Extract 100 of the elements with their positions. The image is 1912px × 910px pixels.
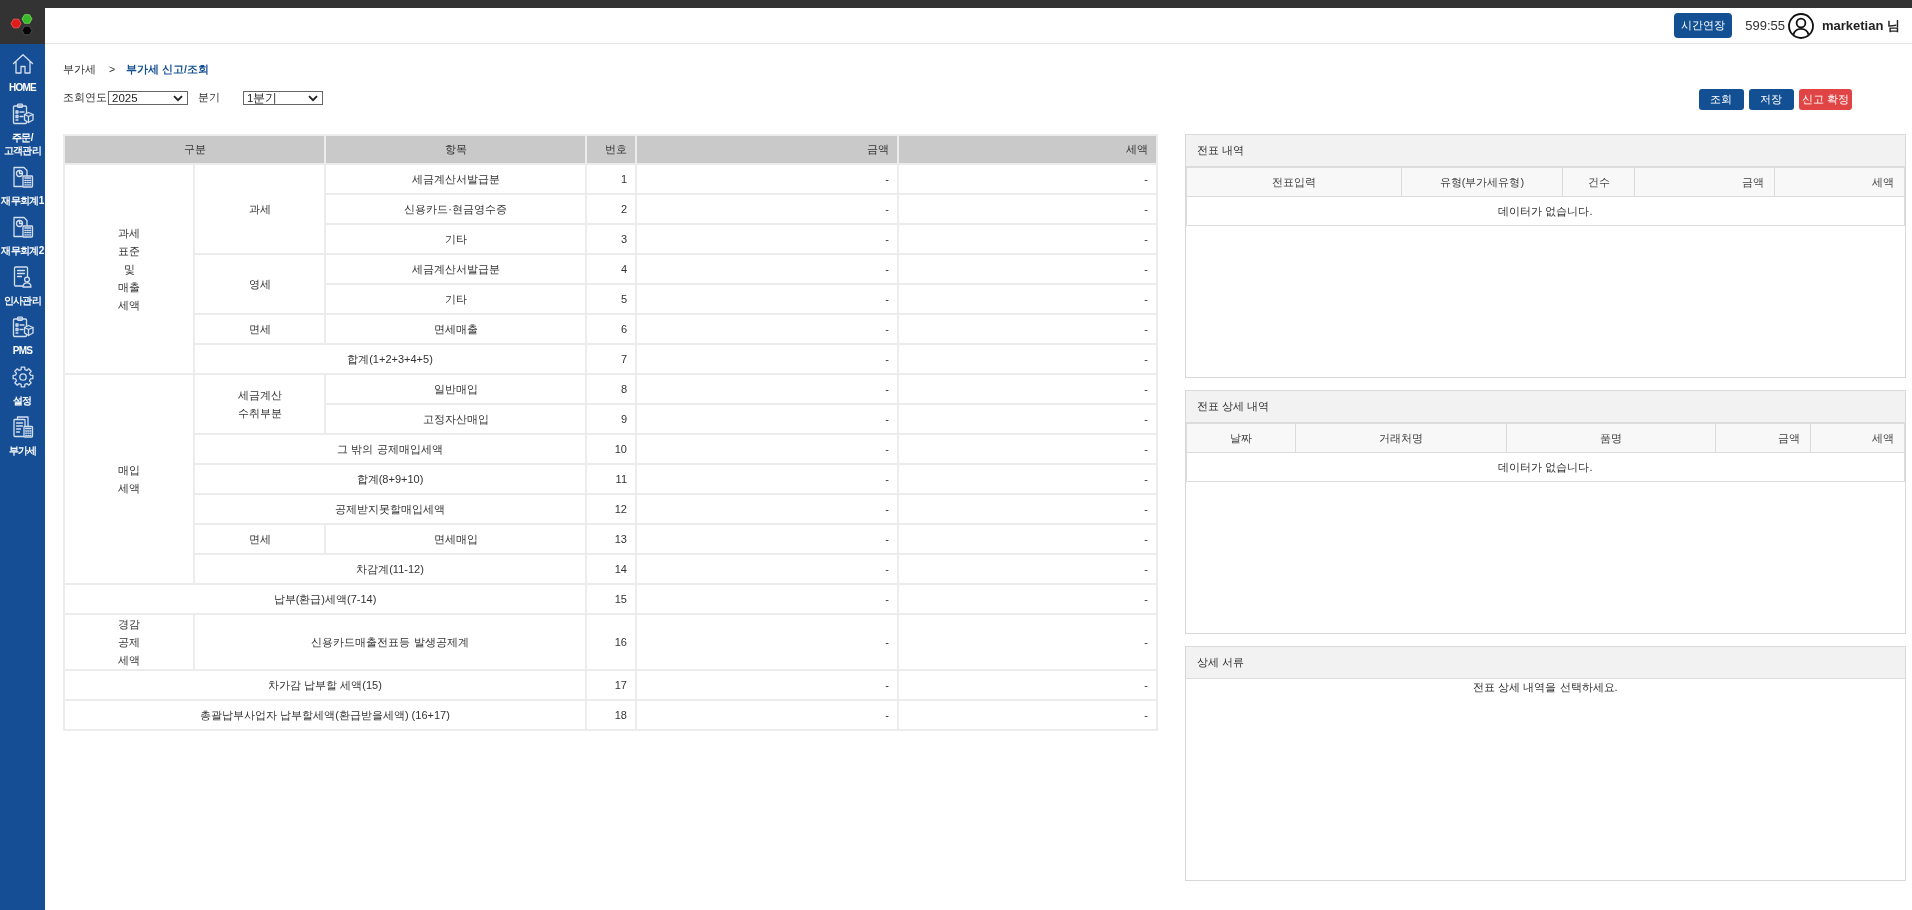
year-select[interactable]: 2025 [108, 91, 188, 105]
search-button[interactable]: 조회 [1698, 89, 1744, 110]
table-cell: - [898, 254, 1157, 284]
table-cell: - [898, 194, 1157, 224]
panel-title: 전표 내역 [1197, 143, 1244, 158]
sidebar-item[interactable]: 재무회계2 [0, 215, 45, 257]
table-cell: - [636, 464, 898, 494]
table-cell: - [898, 700, 1157, 730]
chevron-down-icon [308, 94, 318, 102]
table-cell: - [636, 344, 898, 374]
table-cell: - [636, 670, 898, 700]
table-cell: 경감 공제 세액 [64, 614, 194, 670]
table-cell: - [636, 164, 898, 194]
table-cell: 11 [586, 464, 636, 494]
table-cell: 차감계(11-12) [194, 554, 586, 584]
table-cell: - [898, 374, 1157, 404]
table-cell: - [636, 584, 898, 614]
column-header: 금액 [636, 135, 898, 164]
table-cell: 기타 [325, 284, 586, 314]
table-cell: 면세 [194, 314, 325, 344]
filter-label: 분기 [198, 91, 220, 103]
table-cell: - [636, 254, 898, 284]
table-cell: - [636, 374, 898, 404]
table-cell: 그 밖의 공제매입세액 [194, 434, 586, 464]
extend-time-button[interactable]: 시간연장 [1674, 13, 1733, 38]
save-button[interactable]: 저장 [1748, 89, 1794, 110]
chevron-down-icon [173, 94, 183, 102]
sidebar-item[interactable]: 재무회계1 [0, 165, 45, 207]
table-cell: 세금계산서발급분 [325, 254, 586, 284]
session-timer: 599:55 [1745, 18, 1785, 33]
table-cell: 면세매입 [325, 524, 586, 554]
table-cell: - [636, 524, 898, 554]
quarter-select[interactable]: 1분기 [243, 91, 323, 105]
table-cell: 6 [586, 314, 636, 344]
clipboard-box-icon [10, 102, 35, 126]
sidebar-item[interactable]: 설정 [0, 365, 45, 407]
document-calculator-icon [10, 215, 35, 239]
table-cell: 합계(1+2+3+4+5) [194, 344, 586, 374]
user-avatar-icon[interactable] [1787, 12, 1814, 39]
sidebar-item[interactable]: PMS [0, 315, 45, 357]
table-cell: 기타 [325, 224, 586, 254]
table-cell: - [898, 314, 1157, 344]
panel-title: 전표 상세 내역 [1197, 399, 1269, 414]
sidebar-item[interactable]: 주문/ 고객관리 [0, 102, 45, 157]
table-cell: 세금계산 수취부분 [194, 374, 325, 434]
column-header: 세액 [1774, 167, 1905, 197]
table-cell: 8 [586, 374, 636, 404]
table-cell: 5 [586, 284, 636, 314]
table-cell: 일반매입 [325, 374, 586, 404]
table-cell: - [898, 554, 1157, 584]
table-cell: 1 [586, 164, 636, 194]
column-header: 전표입력 [1186, 167, 1402, 197]
gear-icon [10, 365, 35, 389]
table-cell: 영세 [194, 254, 325, 314]
sidebar-item[interactable]: 인사관리 [0, 265, 45, 307]
table-cell: - [636, 614, 898, 670]
table-cell: - [898, 670, 1157, 700]
column-header: 날짜 [1186, 423, 1296, 453]
table-cell: - [636, 494, 898, 524]
column-header: 번호 [586, 135, 636, 164]
table-cell: 공제받지못할매입세액 [194, 494, 586, 524]
hint-text: 전표 상세 내역을 선택하세요. [1473, 681, 1618, 693]
column-header: 품명 [1506, 423, 1716, 453]
breadcrumb-link[interactable]: 부가세 [63, 63, 96, 75]
table-cell: 신용카드·현금영수증 [325, 194, 586, 224]
table-cell: 14 [586, 554, 636, 584]
breadcrumb-current[interactable]: 부가세 신고/조회 [126, 63, 209, 75]
table-cell: - [898, 404, 1157, 434]
table-cell: 매입 세액 [64, 374, 194, 584]
column-header: 세액 [1810, 423, 1905, 453]
username: marketian 님 [1821, 16, 1900, 35]
table-cell: - [898, 344, 1157, 374]
table-cell: - [636, 554, 898, 584]
confirm-button[interactable]: 신고 확정 [1798, 89, 1852, 110]
table-cell: 3 [586, 224, 636, 254]
panel-title: 상세 서류 [1197, 655, 1244, 670]
table-cell: 9 [586, 404, 636, 434]
table-cell: 합계(8+9+10) [194, 464, 586, 494]
column-header: 금액 [1634, 167, 1775, 197]
breadcrumb-separator: > [109, 63, 116, 75]
sidebar-item[interactable]: HOME [0, 52, 45, 94]
table-cell: 15 [586, 584, 636, 614]
table-cell: 고정자산매입 [325, 404, 586, 434]
column-header: 세액 [898, 135, 1157, 164]
column-header: 거래처명 [1295, 423, 1506, 453]
table-cell: - [898, 494, 1157, 524]
table-cell: - [898, 224, 1157, 254]
table-cell: 16 [586, 614, 636, 670]
empty-message: 데이터가 없습니다. [1186, 196, 1905, 226]
column-header: 건수 [1562, 167, 1635, 197]
table-cell: - [636, 314, 898, 344]
table-cell: - [898, 614, 1157, 670]
sidebar-item[interactable]: 부가세 [0, 415, 45, 457]
table-cell: 세금계산서발급분 [325, 164, 586, 194]
table-cell: 7 [586, 344, 636, 374]
home-icon [10, 52, 35, 76]
table-cell: 10 [586, 434, 636, 464]
table-cell: 신용카드매출전표등 발생공제계 [194, 614, 586, 670]
table-cell: - [636, 284, 898, 314]
table-cell: 17 [586, 670, 636, 700]
